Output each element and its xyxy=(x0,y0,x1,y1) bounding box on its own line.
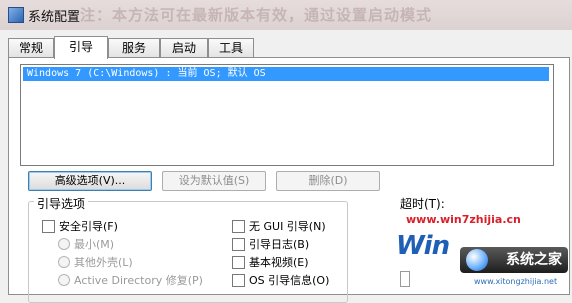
watermark-logo: Win 系统之家 www.xitongzhijia.net xyxy=(396,231,572,293)
alternate-shell-label: 其他外壳(L) xyxy=(74,256,133,269)
no-gui-boot-option[interactable]: 无 GUI 引导(N) xyxy=(232,219,326,235)
ad-repair-option[interactable]: Active Directory 修复(P) xyxy=(58,273,203,289)
window-title: 系统配置 xyxy=(28,10,81,25)
base-video-checkbox[interactable] xyxy=(232,255,245,269)
logo-win-text: Win xyxy=(396,231,450,261)
system-config-icon xyxy=(8,7,24,23)
minimal-radio[interactable] xyxy=(58,238,70,250)
title-bar: 系统配置 注：本方法可在最新版本有效，通过设置启动模式 xyxy=(0,0,572,30)
delete-button[interactable]: 删除(D) xyxy=(276,171,380,191)
tab-boot[interactable]: 引导 xyxy=(54,36,108,59)
set-default-button[interactable]: 设为默认值(S) xyxy=(162,171,266,191)
os-list-item[interactable]: Windows 7 (C:\Windows) : 当前 OS; 默认 OS xyxy=(23,67,549,81)
tab-startup[interactable]: 启动 xyxy=(160,38,208,58)
boot-log-checkbox[interactable] xyxy=(232,237,245,251)
timeout-label: 超时(T): xyxy=(400,197,445,211)
no-gui-boot-label: 无 GUI 引导(N) xyxy=(249,220,326,233)
logo-small-url: www.xitongzhijia.net xyxy=(474,277,558,286)
tab-general[interactable]: 常规 xyxy=(8,38,54,58)
tab-tools[interactable]: 工具 xyxy=(208,38,254,58)
ad-repair-label: Active Directory 修复(P) xyxy=(74,274,203,287)
os-list[interactable]: Windows 7 (C:\Windows) : 当前 OS; 默认 OS xyxy=(20,64,554,166)
boot-log-label: 引导日志(B) xyxy=(249,238,310,251)
no-gui-boot-checkbox[interactable] xyxy=(232,219,245,233)
safe-boot-label: 安全引导(F) xyxy=(59,220,118,233)
base-video-label: 基本视频(E) xyxy=(249,256,309,269)
minimal-option[interactable]: 最小(M) xyxy=(58,237,114,253)
safe-boot-option[interactable]: 安全引导(F) xyxy=(42,219,118,235)
os-boot-info-option[interactable]: OS 引导信息(O) xyxy=(232,273,329,289)
tab-services[interactable]: 服务 xyxy=(108,38,160,58)
watermark-url: www.win7zhijia.cn xyxy=(406,213,521,226)
boot-log-option[interactable]: 引导日志(B) xyxy=(232,237,309,253)
title-overlay-text: 注：本方法可在最新版本有效，通过设置启动模式 xyxy=(80,6,433,24)
base-video-option[interactable]: 基本视频(E) xyxy=(232,255,309,271)
minimal-label: 最小(M) xyxy=(74,238,115,251)
boot-options-label: 引导选项 xyxy=(34,195,89,212)
advanced-options-button[interactable]: 高级选项(V)... xyxy=(28,171,152,191)
ad-repair-radio[interactable] xyxy=(58,274,70,286)
logo-orb-icon xyxy=(466,249,488,271)
alternate-shell-radio[interactable] xyxy=(58,256,70,268)
alternate-shell-option[interactable]: 其他外壳(L) xyxy=(58,255,133,271)
os-boot-info-label: OS 引导信息(O) xyxy=(249,274,330,287)
safe-boot-checkbox[interactable] xyxy=(42,219,55,233)
os-boot-info-checkbox[interactable] xyxy=(232,273,245,287)
